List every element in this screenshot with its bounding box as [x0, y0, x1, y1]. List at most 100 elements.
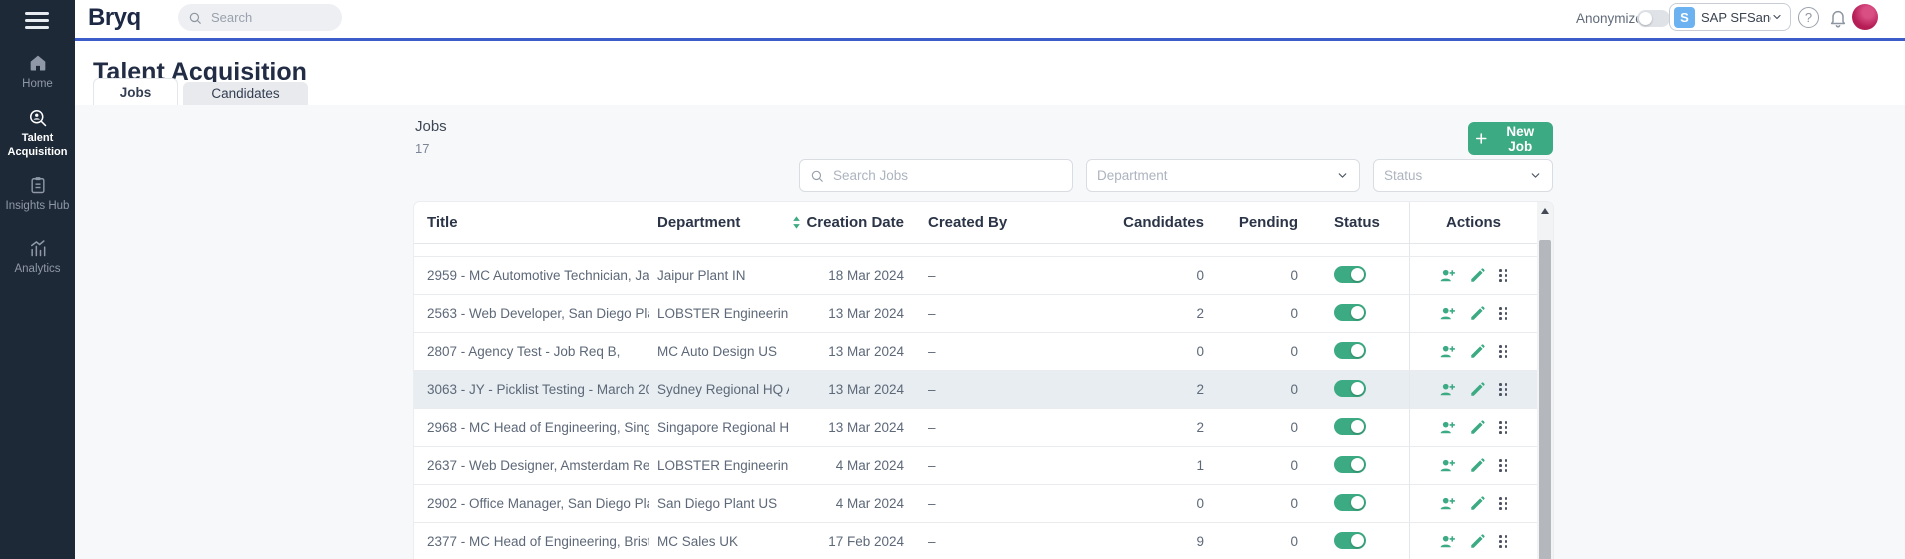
table-row[interactable]: 2902 - Office Manager, San Diego Plant U… [414, 485, 1537, 523]
person-add-icon[interactable] [1439, 419, 1456, 436]
job-status-toggle[interactable] [1334, 456, 1366, 473]
creation-date-cell: 13 Mar 2024 [789, 344, 904, 359]
anonymize-toggle[interactable] [1637, 10, 1670, 27]
more-options-icon[interactable] [1499, 269, 1508, 282]
more-options-icon[interactable] [1499, 383, 1508, 396]
person-add-icon[interactable] [1439, 343, 1456, 360]
candidates-cell: 0 [1029, 344, 1204, 359]
edit-icon[interactable] [1469, 305, 1486, 322]
more-options-icon[interactable] [1499, 535, 1508, 548]
person-add-icon[interactable] [1439, 457, 1456, 474]
column-header-creation-date[interactable]: Creation Date [789, 214, 904, 231]
search-jobs-input[interactable] [831, 167, 1055, 184]
job-title-cell: 2968 - MC Head of Engineering, Singapor.… [414, 420, 649, 435]
org-icon: S [1674, 7, 1695, 28]
actions-cell [1409, 523, 1537, 559]
sidebar-item-label: Analytics [0, 262, 75, 276]
topbar: Bryq Anonymize S SAP SFSandb... ? [75, 0, 1905, 41]
sidebar-item-insights-hub[interactable]: Insights Hub [0, 175, 75, 213]
person-add-icon[interactable] [1439, 267, 1456, 284]
table-row[interactable]: 2968 - MC Head of Engineering, Singapor.… [414, 409, 1537, 447]
jobs-heading: Jobs [415, 118, 447, 135]
person-add-icon[interactable] [1439, 381, 1456, 398]
department-filter-placeholder: Department [1097, 168, 1168, 183]
column-header-department[interactable]: Department [649, 214, 789, 231]
job-status-toggle[interactable] [1334, 532, 1366, 549]
column-header-pending[interactable]: Pending [1204, 214, 1298, 231]
job-status-toggle[interactable] [1334, 342, 1366, 359]
job-title-cell: 2377 - MC Head of Engineering, Bristol P… [414, 534, 649, 549]
table-row[interactable]: 3063 - JY - Picklist Testing - March 202… [414, 371, 1537, 409]
avatar[interactable] [1852, 4, 1878, 30]
table-row[interactable]: 2377 - MC Head of Engineering, Bristol P… [414, 523, 1537, 559]
table-scrollbar[interactable] [1537, 202, 1553, 559]
global-search-input[interactable] [209, 9, 323, 26]
job-status-toggle[interactable] [1334, 266, 1366, 283]
column-header-created-by[interactable]: Created By [904, 214, 1029, 231]
status-cell [1298, 380, 1409, 400]
pending-cell: 0 [1204, 420, 1298, 435]
column-header-status[interactable]: Status [1298, 214, 1409, 231]
sidebar-item-label: Insights Hub [0, 199, 75, 213]
department-filter[interactable]: Department [1086, 159, 1360, 192]
actions-cell [1409, 295, 1537, 332]
help-icon[interactable]: ? [1798, 7, 1819, 28]
job-status-toggle[interactable] [1334, 494, 1366, 511]
bell-icon[interactable] [1828, 7, 1848, 28]
created-by-cell: – [904, 534, 1029, 549]
candidates-cell: 9 [1029, 534, 1204, 549]
tab-candidates[interactable]: Candidates [183, 82, 308, 105]
job-title-cell: 2563 - Web Developer, San Diego Plant US [414, 306, 649, 321]
table-row[interactable]: 2807 - Agency Test - Job Req B, MC Auto … [414, 333, 1537, 371]
sidebar-item-analytics[interactable]: Analytics [0, 238, 75, 276]
org-selector[interactable]: S SAP SFSandb... [1669, 3, 1791, 31]
more-options-icon[interactable] [1499, 307, 1508, 320]
person-add-icon[interactable] [1439, 305, 1456, 322]
new-job-button[interactable]: New Job [1468, 122, 1553, 155]
global-search[interactable] [178, 4, 342, 31]
job-status-toggle[interactable] [1334, 304, 1366, 321]
table-row[interactable]: 2637 - Web Designer, Amsterdam Region...… [414, 447, 1537, 485]
person-add-icon[interactable] [1439, 495, 1456, 512]
column-header-candidates[interactable]: Candidates [1029, 214, 1204, 231]
sidebar-item-talent-acquisition[interactable]: Talent Acquisition [0, 108, 75, 160]
more-options-icon[interactable] [1499, 459, 1508, 472]
created-by-cell: – [904, 306, 1029, 321]
job-status-toggle[interactable] [1334, 418, 1366, 435]
sidebar-item-home[interactable]: Home [0, 53, 75, 91]
creation-date-cell: 13 Mar 2024 [789, 306, 904, 321]
more-options-icon[interactable] [1499, 345, 1508, 358]
tab-jobs[interactable]: Jobs [93, 78, 178, 105]
edit-icon[interactable] [1469, 343, 1486, 360]
edit-icon[interactable] [1469, 419, 1486, 436]
bryq-logo: Bryq [88, 4, 141, 32]
edit-icon[interactable] [1469, 457, 1486, 474]
status-cell [1298, 418, 1409, 438]
hamburger-icon[interactable] [25, 12, 49, 29]
pending-cell: 0 [1204, 458, 1298, 473]
talent-acquisition-icon [28, 108, 48, 128]
table-row[interactable]: 2563 - Web Developer, San Diego Plant US… [414, 295, 1537, 333]
edit-icon[interactable] [1469, 495, 1486, 512]
job-status-toggle[interactable] [1334, 380, 1366, 397]
candidates-cell: 2 [1029, 306, 1204, 321]
table-row-partial [414, 244, 1537, 257]
created-by-cell: – [904, 420, 1029, 435]
creation-date-cell: 17 Feb 2024 [789, 534, 904, 549]
sort-icon[interactable] [792, 216, 801, 229]
person-add-icon[interactable] [1439, 533, 1456, 550]
table-row[interactable]: 2959 - MC Automotive Technician, Jaipur … [414, 257, 1537, 295]
status-filter[interactable]: Status [1373, 159, 1553, 192]
candidates-cell: 1 [1029, 458, 1204, 473]
scrollbar-thumb[interactable] [1539, 240, 1551, 559]
column-header-title[interactable]: Title [414, 214, 649, 231]
scroll-up-icon[interactable] [1541, 208, 1549, 214]
created-by-cell: – [904, 458, 1029, 473]
edit-icon[interactable] [1469, 533, 1486, 550]
more-options-icon[interactable] [1499, 421, 1508, 434]
more-options-icon[interactable] [1499, 497, 1508, 510]
edit-icon[interactable] [1469, 381, 1486, 398]
department-cell: Sydney Regional HQ AU [649, 382, 789, 397]
edit-icon[interactable] [1469, 267, 1486, 284]
search-jobs-field[interactable] [799, 159, 1073, 192]
